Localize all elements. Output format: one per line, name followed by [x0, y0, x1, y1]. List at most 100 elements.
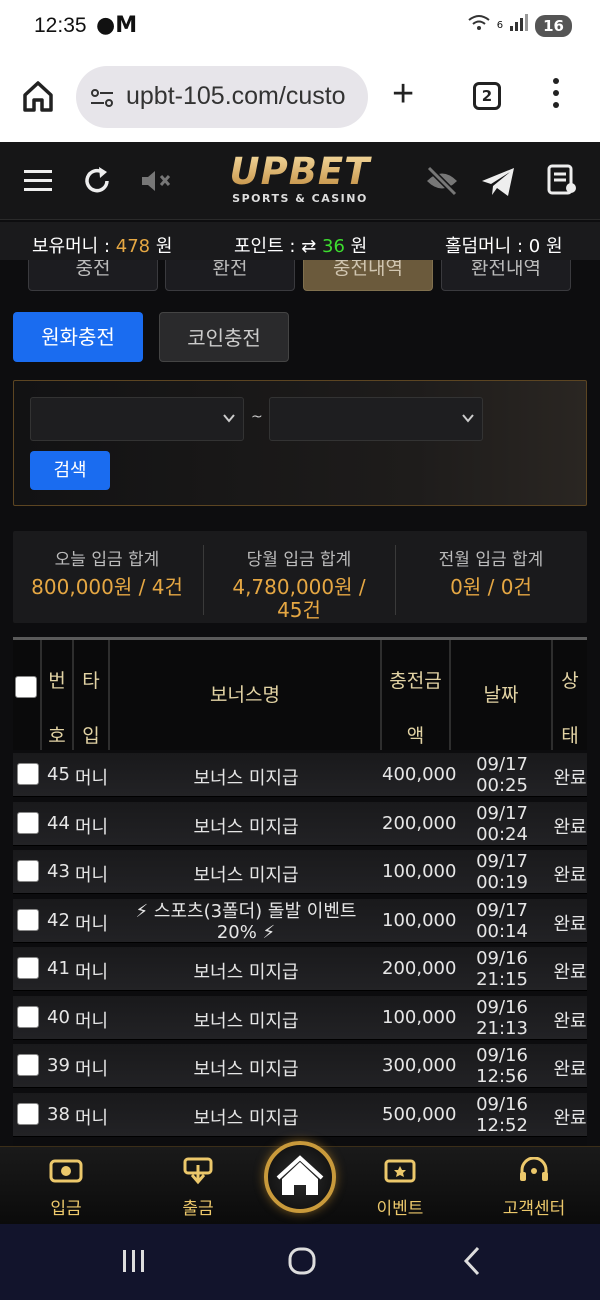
search-button[interactable]: 검색 — [30, 451, 110, 490]
tab-switcher-button[interactable]: 2 — [473, 82, 501, 110]
table-row[interactable]: 42 머니 ⚡ 스포츠(3폴더) 돌발 이벤트 20% ⚡ 100,000 09/17 00… — [13, 899, 587, 943]
nav-event[interactable]: 이벤트 — [350, 1157, 450, 1219]
row-checkbox[interactable] — [17, 1006, 39, 1028]
browser-toolbar: upbt-105.com/custo + 2 — [0, 56, 600, 142]
row-date: 09/16 21:15 — [451, 948, 553, 990]
recent-apps-icon[interactable] — [120, 1248, 148, 1274]
row-bonus: 보너스 미지급 — [193, 1011, 299, 1032]
nav-withdraw[interactable]: 출금 — [148, 1157, 248, 1219]
end-date-select[interactable] — [269, 397, 483, 441]
point-label: 포인트 : — [234, 236, 296, 257]
logo-text: UPBET — [214, 152, 386, 192]
hamburger-menu-icon[interactable] — [24, 168, 54, 194]
row-checkbox[interactable] — [17, 1103, 39, 1125]
row-checkbox[interactable] — [17, 763, 39, 785]
subtab-krw-deposit[interactable]: 원화충전 — [13, 312, 143, 362]
summary-this-month: 당월 입금 합계 4,780,000원 / 45건 — [209, 531, 389, 623]
row-bonus-line1: ⚡ 스포츠(3폴더) 돌발 이벤트 — [135, 901, 357, 922]
holdem-balance: 홀덤머니 : 0 원 — [445, 232, 563, 258]
exchange-icon[interactable]: ⇄ — [301, 236, 316, 257]
row-date-time: 00:25 — [476, 775, 528, 796]
notification-icons: ●M — [96, 13, 137, 38]
row-date-time: 00:19 — [476, 872, 528, 893]
balance-bar: 보유머니 : 478 원 포인트 : ⇄ 36 원 홀덤머니 : 0 원 — [0, 222, 600, 260]
row-checkbox[interactable] — [17, 812, 39, 834]
home-icon — [276, 1155, 324, 1195]
withdraw-icon — [183, 1157, 213, 1185]
subtab-coin-deposit[interactable]: 코인충전 — [159, 312, 289, 362]
table-row[interactable]: 40 머니 보너스 미지급 100,000 09/16 21:13 완료 — [13, 996, 587, 1040]
row-status: 완료 — [553, 914, 587, 935]
cell-signal-icon — [509, 14, 529, 37]
row-status: 완료 — [553, 962, 587, 983]
address-bar[interactable]: upbt-105.com/custo — [76, 66, 368, 128]
table-row[interactable]: 43 머니 보너스 미지급 100,000 09/17 00:19 완료 — [13, 850, 587, 894]
mute-icon[interactable] — [140, 168, 174, 194]
row-date-day: 09/17 — [476, 754, 528, 775]
row-date-day: 09/16 — [476, 1045, 528, 1066]
row-amount: 100,000 — [382, 910, 457, 931]
row-amount: 200,000 — [382, 958, 457, 979]
row-date: 09/17 00:19 — [451, 851, 553, 893]
row-bonus: 보너스 미지급 — [193, 1059, 299, 1080]
holdem-label: 홀덤머니 : — [445, 236, 524, 257]
row-date: 09/16 21:13 — [451, 997, 553, 1039]
deposit-summary: 오늘 입금 합계 800,000원 / 4건 당월 입금 합계 4,780,00… — [13, 531, 587, 623]
ticket-icon — [384, 1159, 416, 1183]
android-navigation-bar — [0, 1224, 600, 1300]
start-date-select[interactable] — [30, 397, 244, 441]
table-row[interactable]: 38 머니 보너스 미지급 500,000 09/16 12:52 완료 — [13, 1093, 587, 1137]
row-no: 45 — [47, 764, 70, 785]
row-date-time: 00:24 — [476, 824, 528, 845]
bottom-navigation: 입금 출금 이벤트 고객센터 — [0, 1141, 600, 1224]
nav-customer-center[interactable]: 고객센터 — [484, 1156, 584, 1219]
row-status: 완료 — [553, 865, 587, 886]
refresh-icon[interactable] — [82, 166, 112, 196]
money-label: 보유머니 : — [32, 236, 111, 257]
row-date-time: 12:56 — [476, 1066, 528, 1087]
row-date: 09/17 00:14 — [451, 900, 553, 942]
row-date: 09/16 12:52 — [451, 1094, 553, 1136]
browser-home-icon[interactable] — [20, 78, 56, 114]
site-settings-icon[interactable] — [90, 88, 114, 108]
row-checkbox[interactable] — [17, 957, 39, 979]
row-type: 머니 — [75, 817, 109, 838]
summary-today: 오늘 입금 합계 800,000원 / 4건 — [17, 531, 197, 623]
wifi-icon — [467, 14, 491, 37]
header-type: 타입 — [74, 640, 110, 750]
row-bonus: 보너스 미지급 — [193, 768, 299, 789]
new-tab-icon[interactable]: + — [392, 74, 414, 114]
row-checkbox[interactable] — [17, 909, 39, 931]
hidden-eye-icon[interactable] — [424, 166, 460, 196]
summary-label: 당월 입금 합계 — [246, 550, 352, 570]
money-unit: 원 — [155, 236, 173, 257]
table-row[interactable]: 45 머니 보너스 미지급 400,000 09/17 00:25 완료 — [13, 753, 587, 797]
money-value: 478 — [115, 236, 151, 257]
home-circle-icon[interactable] — [287, 1246, 317, 1276]
row-bonus: 보너스 미지급 — [193, 1108, 299, 1129]
notice-list-icon[interactable] — [546, 164, 578, 196]
back-icon[interactable] — [460, 1246, 484, 1276]
select-all-checkbox[interactable] — [15, 676, 37, 698]
upbet-logo[interactable]: UPBET SPORTS & CASINO — [214, 152, 386, 212]
row-type: 머니 — [75, 962, 109, 983]
telegram-icon[interactable] — [480, 166, 516, 198]
nav-label: 입금 — [50, 1199, 82, 1219]
row-amount: 500,000 — [382, 1104, 457, 1125]
row-checkbox[interactable] — [17, 860, 39, 882]
home-button[interactable] — [264, 1141, 336, 1213]
browser-menu-icon[interactable] — [552, 78, 560, 114]
row-amount: 200,000 — [382, 813, 457, 834]
system-icons: 6 16 — [467, 14, 572, 37]
row-date-time: 21:15 — [476, 969, 528, 990]
header-amount: 충전금액 — [382, 640, 451, 750]
nav-label: 고객센터 — [502, 1199, 566, 1219]
table-row[interactable]: 41 머니 보너스 미지급 200,000 09/16 21:15 완료 — [13, 947, 587, 991]
table-row[interactable]: 44 머니 보너스 미지급 200,000 09/17 00:24 완료 — [13, 802, 587, 846]
battery-indicator: 16 — [535, 14, 572, 37]
row-checkbox[interactable] — [17, 1054, 39, 1076]
holdem-unit: 원 — [545, 236, 563, 257]
nav-deposit[interactable]: 입금 — [16, 1157, 116, 1219]
table-row[interactable]: 39 머니 보너스 미지급 300,000 09/16 12:56 완료 — [13, 1044, 587, 1088]
row-type: 머니 — [75, 1059, 109, 1080]
